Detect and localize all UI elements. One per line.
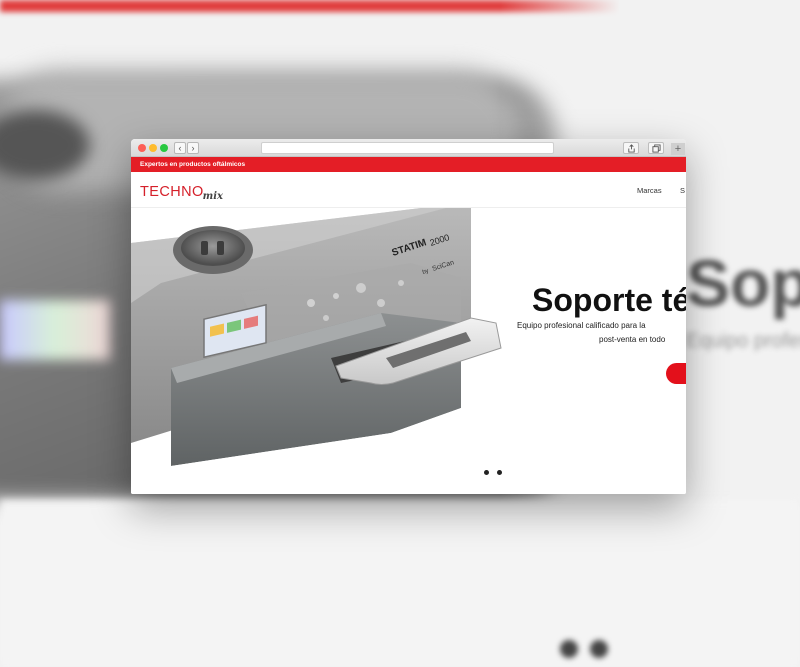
back-button[interactable]: ‹: [174, 142, 186, 154]
backdrop-subtitle: Equipo profesio: [686, 330, 800, 352]
tabs-icon: [652, 144, 661, 153]
zoom-window-button[interactable]: [160, 144, 168, 152]
plus-icon: +: [674, 143, 682, 155]
hero-subtitle-line2: post-venta en todo: [599, 335, 666, 344]
hero-slider: STATIM 2000 by SciCan Soporte té Equipo …: [131, 208, 686, 494]
minimize-window-button[interactable]: [149, 144, 157, 152]
hero-product-image: STATIM 2000 by SciCan: [131, 208, 502, 494]
chevron-right-icon: ›: [191, 143, 195, 153]
browser-titlebar: ‹ › +: [131, 139, 686, 157]
backdrop-device-screen: [0, 300, 110, 360]
close-window-button[interactable]: [138, 144, 146, 152]
browser-window: ‹ › + Expertos en productos oftálmicos T…: [131, 139, 686, 494]
chevron-left-icon: ‹: [178, 143, 182, 153]
backdrop-title: Sopo: [686, 246, 800, 320]
top-announcement-strip: Expertos en productos oftálmicos: [131, 157, 686, 172]
slider-dot-1[interactable]: [484, 470, 489, 475]
hero-cta-button[interactable]: [666, 363, 686, 384]
new-tab-button[interactable]: +: [671, 143, 685, 155]
logo-script-text: mix: [202, 191, 223, 202]
nav-link-s[interactable]: S: [680, 186, 685, 195]
backdrop-dot: [560, 640, 578, 658]
backdrop-dot: [590, 640, 608, 658]
tab-overview-button[interactable]: [648, 142, 664, 154]
backdrop-bottom: [0, 500, 800, 667]
hero-subtitle-line1: Equipo profesional calificado para la: [517, 321, 646, 330]
site-header: TECHNOmix Marcas S: [131, 172, 686, 208]
nav-link-marcas[interactable]: Marcas: [637, 186, 662, 195]
hero-title: Soporte té: [532, 282, 686, 318]
share-button[interactable]: [623, 142, 639, 154]
slider-dot-2[interactable]: [497, 470, 502, 475]
share-icon: [628, 144, 635, 153]
logo-main-text: TECHNO: [140, 184, 204, 200]
site-logo[interactable]: TECHNOmix: [140, 183, 223, 202]
address-bar[interactable]: [261, 142, 554, 154]
forward-button[interactable]: ›: [187, 142, 199, 154]
